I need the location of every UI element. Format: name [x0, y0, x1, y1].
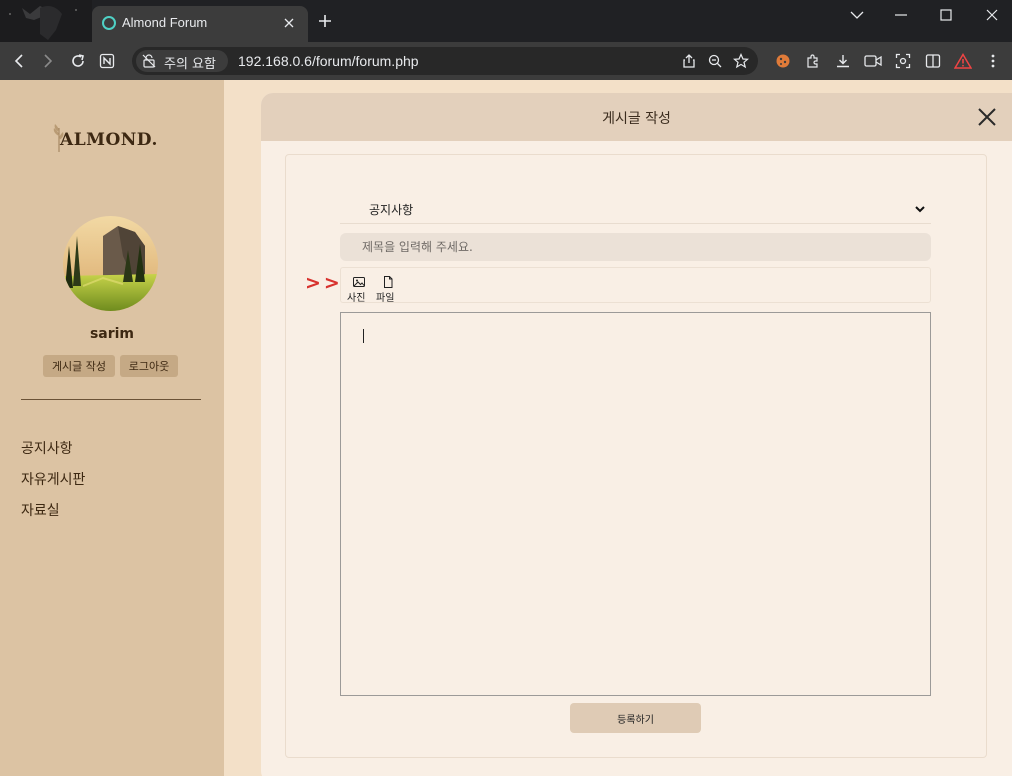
more-menu-icon[interactable]	[980, 48, 1006, 74]
category-value: 공지사항	[369, 203, 414, 217]
forward-icon[interactable]	[35, 48, 61, 74]
file-attach-label: 파일	[376, 293, 395, 304]
photo-attach-label: 사진	[347, 293, 366, 304]
back-icon[interactable]	[6, 48, 32, 74]
logo-text: ALMOND.	[60, 130, 158, 150]
minimize-icon[interactable]	[886, 4, 916, 26]
warning-icon[interactable]	[950, 48, 976, 74]
avatar	[63, 216, 158, 311]
url-text[interactable]: 192.168.0.6/forum/forum.php	[238, 53, 419, 69]
bookmark-star-icon[interactable]	[730, 50, 752, 72]
sidebar-divider	[21, 399, 201, 400]
page: ALMOND. sarim 게시글 작성 로그아웃 공지사항 자유게시판 자료실…	[0, 80, 1012, 776]
logout-button[interactable]: 로그아웃	[120, 355, 178, 377]
address-bar[interactable]: 주의 요함 192.168.0.6/forum/forum.php	[132, 47, 758, 75]
tab-favicon-icon	[102, 16, 116, 30]
split-view-icon[interactable]	[920, 48, 946, 74]
modal-header: 게시글 작성	[261, 93, 1012, 141]
write-post-button[interactable]: 게시글 작성	[43, 355, 115, 377]
title-input[interactable]	[340, 233, 931, 261]
tab-close-icon[interactable]	[280, 14, 298, 32]
video-icon[interactable]	[860, 48, 886, 74]
text-caret	[363, 329, 364, 343]
modal-title: 게시글 작성	[602, 111, 671, 127]
write-post-modal: 게시글 작성 공지사항 >> 사진 파일 등록하기	[261, 93, 1012, 776]
browser-titlebar: Almond Forum	[0, 0, 1012, 42]
red-arrow-marker: >>	[305, 272, 343, 294]
tab-title: Almond Forum	[122, 15, 208, 30]
category-select[interactable]: 공지사항	[340, 194, 931, 224]
window-close-icon[interactable]	[977, 4, 1007, 26]
security-chip-label: 주의 요함	[164, 57, 216, 72]
photo-attach-button[interactable]: 사진	[347, 276, 373, 304]
not-secure-icon	[142, 54, 156, 68]
attach-toolbar: 사진 파일	[340, 267, 931, 304]
close-icon[interactable]	[975, 105, 999, 129]
sidebar-item-notice[interactable]: 공지사항	[21, 438, 73, 458]
tab-strip-art	[0, 0, 92, 42]
chevron-down-icon	[915, 206, 925, 213]
sidebar-item-archive[interactable]: 자료실	[21, 500, 60, 520]
extension-n-icon[interactable]	[94, 48, 120, 74]
share-icon[interactable]	[678, 50, 700, 72]
file-attach-button[interactable]: 파일	[376, 276, 402, 304]
reload-icon[interactable]	[65, 48, 91, 74]
tab-search-icon[interactable]	[842, 4, 872, 26]
download-icon[interactable]	[830, 48, 856, 74]
extensions-puzzle-icon[interactable]	[800, 48, 826, 74]
sidebar-item-free-board[interactable]: 자유게시판	[21, 469, 85, 489]
new-tab-button[interactable]	[314, 10, 336, 32]
sidebar: ALMOND. sarim 게시글 작성 로그아웃 공지사항 자유게시판 자료실	[0, 80, 224, 776]
zoom-out-icon[interactable]	[704, 50, 726, 72]
security-chip[interactable]: 주의 요함	[136, 50, 228, 72]
site-logo[interactable]: ALMOND.	[52, 118, 162, 154]
content-editor[interactable]	[340, 312, 931, 696]
file-icon	[384, 276, 393, 288]
cookie-extension-icon[interactable]	[770, 48, 796, 74]
username: sarim	[89, 326, 135, 342]
browser-tab[interactable]: Almond Forum	[92, 6, 308, 42]
image-icon	[353, 277, 365, 287]
submit-button[interactable]: 등록하기	[570, 703, 701, 733]
browser-toolbar: 주의 요함 192.168.0.6/forum/forum.php	[0, 42, 1012, 80]
maximize-icon[interactable]	[931, 4, 961, 26]
screenshot-icon[interactable]	[890, 48, 916, 74]
